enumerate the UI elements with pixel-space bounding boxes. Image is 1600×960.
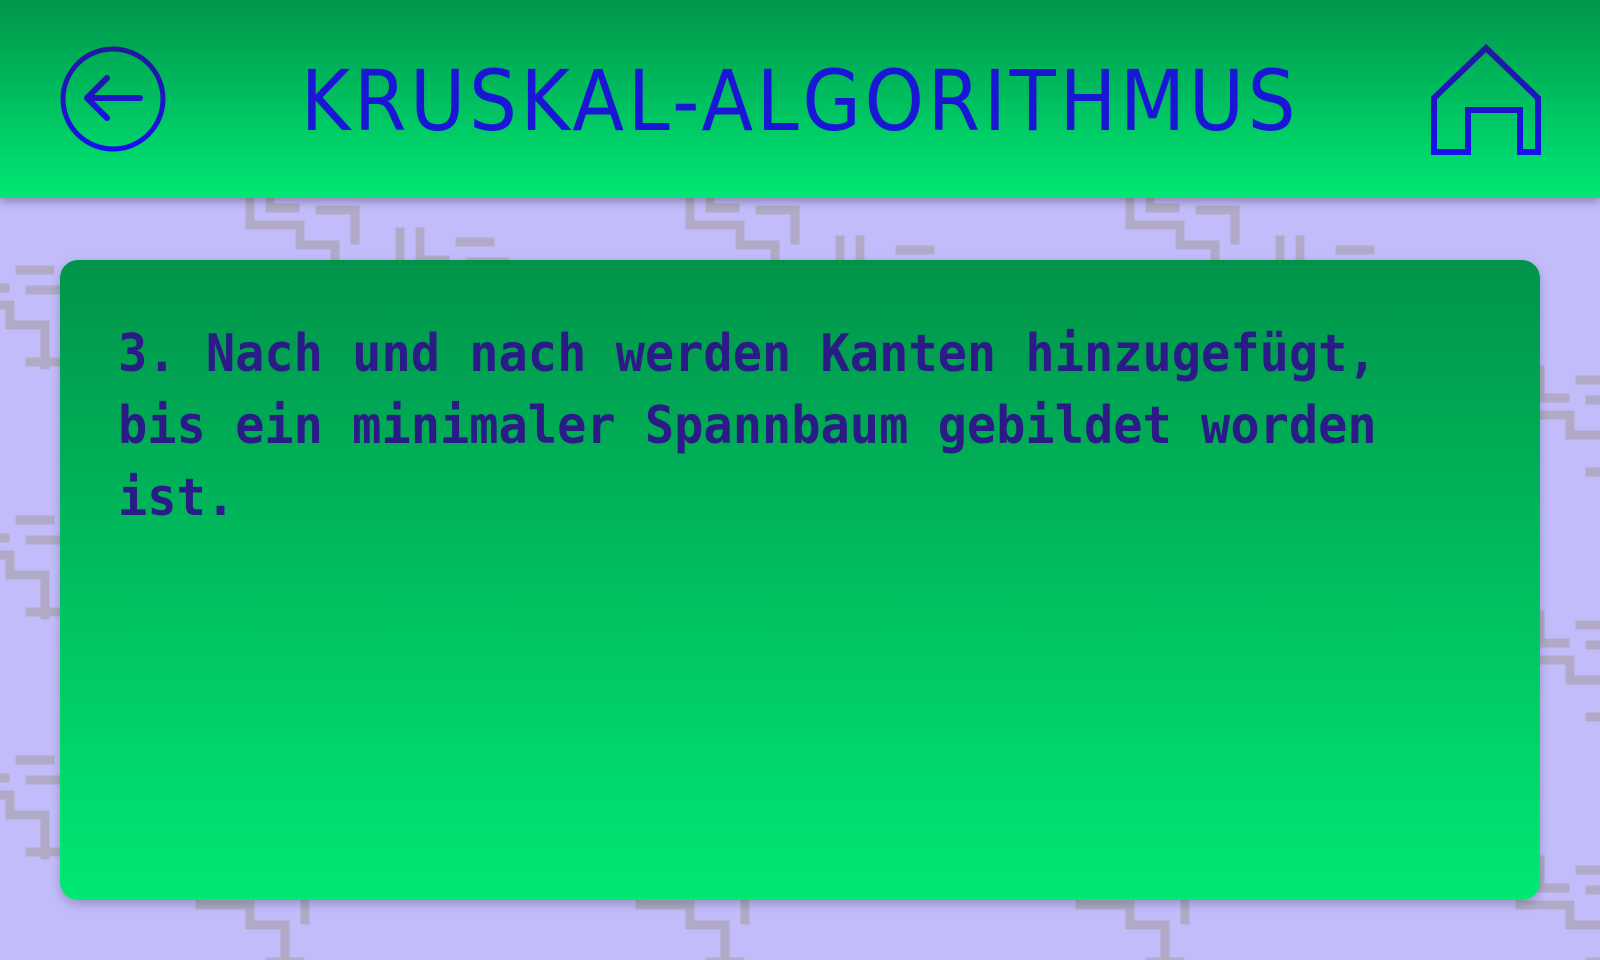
home-icon	[1431, 44, 1541, 155]
back-button[interactable]	[59, 45, 167, 153]
step-description: 3. Nach und nach werden Kanten hinzugefü…	[118, 324, 1377, 528]
page-title: KRUSKAL-ALGORITHMUS	[300, 52, 1300, 150]
home-button[interactable]	[1430, 44, 1542, 156]
app-header: KRUSKAL-ALGORITHMUS	[0, 0, 1600, 198]
arrow-left-circle-icon	[60, 46, 166, 152]
step-card: 3. Nach und nach werden Kanten hinzugefü…	[60, 260, 1540, 900]
